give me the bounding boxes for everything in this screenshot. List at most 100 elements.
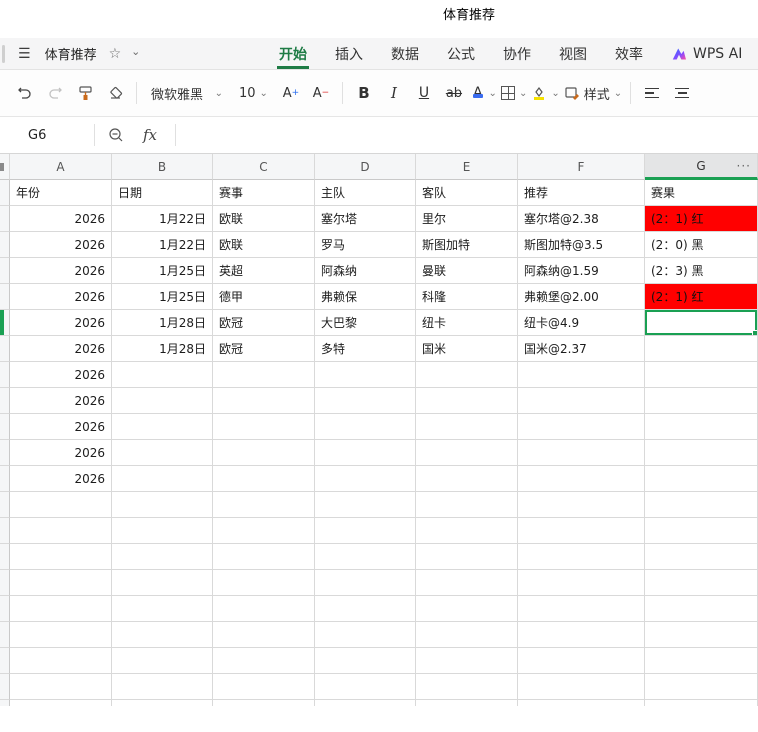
cell-E9[interactable] [416, 388, 518, 414]
cell-E5[interactable]: 科隆 [416, 284, 518, 310]
cell-A9[interactable]: 2026 [10, 388, 112, 414]
font-color-button[interactable]: A ⌄ [471, 79, 497, 107]
cell-A17[interactable] [10, 596, 112, 622]
cell-G6[interactable] [645, 310, 758, 336]
eraser-button[interactable] [102, 79, 128, 107]
tab-协作[interactable]: 协作 [489, 38, 545, 69]
italic-button[interactable]: I [381, 79, 407, 107]
cell-C6[interactable]: 欧冠 [213, 310, 315, 336]
cell-B5[interactable]: 1月25日 [112, 284, 213, 310]
cell-B17[interactable] [112, 596, 213, 622]
redo-button[interactable] [42, 79, 68, 107]
cell-B12[interactable] [112, 466, 213, 492]
cell-D18[interactable] [315, 622, 416, 648]
cell-G4[interactable]: (2：3) 黑 [645, 258, 758, 284]
strikethrough-button[interactable]: ab [441, 79, 467, 107]
cell-G10[interactable] [645, 414, 758, 440]
cell-C3[interactable]: 欧联 [213, 232, 315, 258]
cell-G7[interactable] [645, 336, 758, 362]
cell-D4[interactable]: 阿森纳 [315, 258, 416, 284]
cell-B3[interactable]: 1月22日 [112, 232, 213, 258]
borders-button[interactable]: ⌄ [500, 79, 527, 107]
cell-C7[interactable]: 欧冠 [213, 336, 315, 362]
cell-B2[interactable]: 1月22日 [112, 206, 213, 232]
bold-button[interactable]: B [351, 79, 377, 107]
cell-B8[interactable] [112, 362, 213, 388]
cell-A13[interactable] [10, 492, 112, 518]
column-header-b[interactable]: B [112, 154, 213, 180]
cell-D12[interactable] [315, 466, 416, 492]
tab-插入[interactable]: 插入 [321, 38, 377, 69]
cell-A18[interactable] [10, 622, 112, 648]
cell-C21[interactable] [213, 700, 315, 706]
cell-C17[interactable] [213, 596, 315, 622]
tab-wps-ai[interactable]: WPS AI [657, 38, 756, 69]
cell-A15[interactable] [10, 544, 112, 570]
select-all-corner[interactable] [0, 154, 10, 180]
cell-B14[interactable] [112, 518, 213, 544]
cell-E13[interactable] [416, 492, 518, 518]
cell-D16[interactable] [315, 570, 416, 596]
cell-C1[interactable]: 赛事 [213, 180, 315, 206]
cell-E14[interactable] [416, 518, 518, 544]
cell-A20[interactable] [10, 674, 112, 700]
cell-G1[interactable]: 赛果 [645, 180, 758, 206]
zoom-out-button[interactable] [103, 121, 129, 149]
cell-C13[interactable] [213, 492, 315, 518]
cell-G17[interactable] [645, 596, 758, 622]
row-header-18[interactable] [0, 622, 10, 648]
row-header-5[interactable] [0, 284, 10, 310]
cell-G2[interactable]: (2：1) 红 [645, 206, 758, 232]
tab-公式[interactable]: 公式 [433, 38, 489, 69]
cell-D17[interactable] [315, 596, 416, 622]
row-header-9[interactable] [0, 388, 10, 414]
row-header-4[interactable] [0, 258, 10, 284]
align-center-button[interactable] [669, 79, 695, 107]
cell-reference-box[interactable]: G6 [0, 128, 88, 143]
cell-B15[interactable] [112, 544, 213, 570]
cell-F7[interactable]: 国米@2.37 [518, 336, 645, 362]
cell-B20[interactable] [112, 674, 213, 700]
cell-F5[interactable]: 弗赖堡@2.00 [518, 284, 645, 310]
cell-F2[interactable]: 塞尔塔@2.38 [518, 206, 645, 232]
column-header-g[interactable]: G ··· [645, 154, 758, 180]
cell-E10[interactable] [416, 414, 518, 440]
cell-B7[interactable]: 1月28日 [112, 336, 213, 362]
cell-E6[interactable]: 纽卡 [416, 310, 518, 336]
cell-G20[interactable] [645, 674, 758, 700]
cell-E16[interactable] [416, 570, 518, 596]
cell-D7[interactable]: 多特 [315, 336, 416, 362]
cell-D6[interactable]: 大巴黎 [315, 310, 416, 336]
row-header-13[interactable] [0, 492, 10, 518]
cell-D10[interactable] [315, 414, 416, 440]
cell-G21[interactable] [645, 700, 758, 706]
cell-F11[interactable] [518, 440, 645, 466]
cell-B16[interactable] [112, 570, 213, 596]
row-header-19[interactable] [0, 648, 10, 674]
cell-E4[interactable]: 曼联 [416, 258, 518, 284]
font-name-select[interactable]: 微软雅黑 ⌄ [145, 79, 229, 107]
cell-C12[interactable] [213, 466, 315, 492]
tab-数据[interactable]: 数据 [377, 38, 433, 69]
cell-F1[interactable]: 推荐 [518, 180, 645, 206]
cell-D1[interactable]: 主队 [315, 180, 416, 206]
cell-B6[interactable]: 1月28日 [112, 310, 213, 336]
cell-A12[interactable]: 2026 [10, 466, 112, 492]
cell-A16[interactable] [10, 570, 112, 596]
cell-A14[interactable] [10, 518, 112, 544]
cell-G14[interactable] [645, 518, 758, 544]
row-header-11[interactable] [0, 440, 10, 466]
cell-E2[interactable]: 里尔 [416, 206, 518, 232]
cell-styles-button[interactable]: 样式 ⌄ [564, 79, 622, 107]
cell-A2[interactable]: 2026 [10, 206, 112, 232]
cell-D2[interactable]: 塞尔塔 [315, 206, 416, 232]
cell-D20[interactable] [315, 674, 416, 700]
row-header-2[interactable] [0, 206, 10, 232]
cell-C8[interactable] [213, 362, 315, 388]
cell-A3[interactable]: 2026 [10, 232, 112, 258]
cell-A4[interactable]: 2026 [10, 258, 112, 284]
cell-G15[interactable] [645, 544, 758, 570]
cell-A10[interactable]: 2026 [10, 414, 112, 440]
align-left-button[interactable] [639, 79, 665, 107]
cell-A19[interactable] [10, 648, 112, 674]
